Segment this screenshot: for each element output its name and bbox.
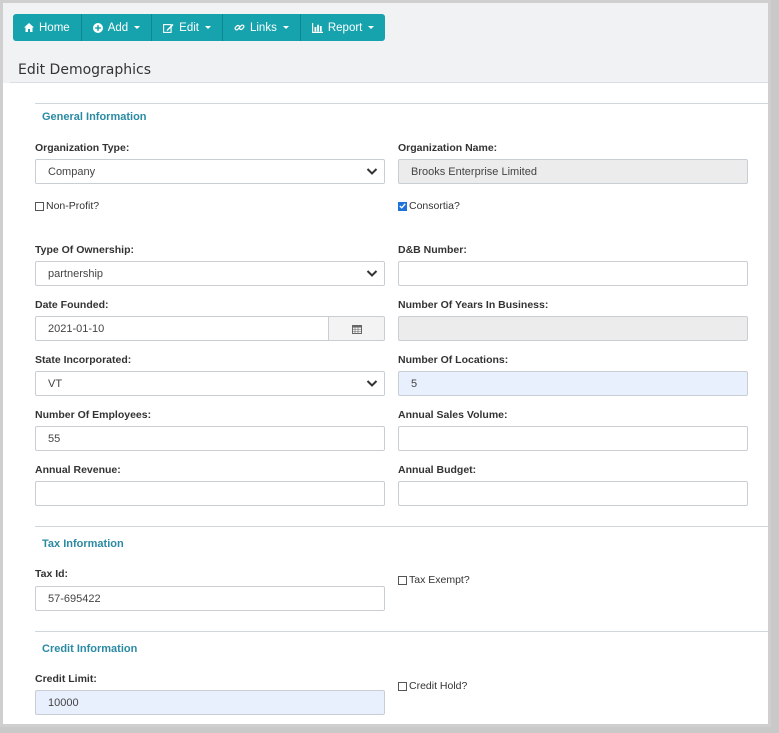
credit-info-heading: Credit Information — [42, 643, 138, 655]
org-name-label: Organization Name: — [398, 142, 498, 154]
chevron-down-icon — [366, 380, 378, 387]
edit-icon — [163, 23, 174, 33]
bar-chart-icon — [311, 22, 323, 33]
org-type-value: Company — [48, 165, 96, 178]
checkbox-box[interactable] — [398, 575, 407, 585]
page-title: Edit Demographics — [18, 62, 152, 78]
demographics-form: General Information Organization Type: C… — [10, 83, 768, 724]
chevron-down-icon — [366, 270, 378, 277]
non-profit-checkbox[interactable]: Non-Profit? — [35, 200, 99, 212]
consortia-label: Consortia? — [409, 200, 460, 212]
consortia-checkbox[interactable]: Consortia? — [398, 200, 460, 212]
calendar-button[interactable] — [329, 316, 385, 341]
locations-value: 5 — [411, 377, 418, 390]
divider — [35, 526, 768, 527]
sales-volume-input[interactable] — [398, 426, 748, 451]
checkmark-icon — [399, 203, 406, 209]
report-menu-button[interactable]: Report — [301, 14, 386, 41]
revenue-label: Annual Revenue: — [35, 464, 121, 476]
app-window: Home Add Edit Links Report Edit Demograp… — [0, 0, 771, 727]
caret-down-icon — [368, 26, 375, 29]
employees-label: Number Of Employees: — [35, 409, 152, 421]
locations-label: Number Of Locations: — [398, 354, 509, 366]
budget-label: Annual Budget: — [398, 464, 477, 476]
home-label: Home — [39, 21, 70, 34]
tax-exempt-label: Tax Exempt? — [409, 574, 470, 586]
state-label: State Incorporated: — [35, 354, 132, 366]
caret-down-icon — [204, 26, 211, 29]
edit-menu-button[interactable]: Edit — [152, 14, 223, 41]
budget-input[interactable] — [398, 481, 748, 506]
credit-limit-value: 10000 — [48, 696, 79, 709]
org-type-select[interactable]: Company — [35, 159, 385, 184]
calendar-icon — [351, 324, 362, 334]
tax-exempt-checkbox[interactable]: Tax Exempt? — [398, 574, 470, 586]
years-in-business-field[interactable] — [398, 316, 748, 341]
checkbox-box[interactable] — [35, 201, 44, 211]
org-type-label: Organization Type: — [35, 142, 130, 154]
home-icon — [24, 23, 34, 32]
org-name-field[interactable]: Brooks Enterprise Limited — [398, 159, 748, 184]
employees-input[interactable]: 55 — [35, 426, 385, 451]
org-name-value: Brooks Enterprise Limited — [411, 165, 537, 178]
sales-volume-label: Annual Sales Volume: — [398, 409, 508, 421]
main-toolbar: Home Add Edit Links Report — [13, 14, 386, 41]
chevron-down-icon — [366, 168, 378, 175]
employees-value: 55 — [48, 432, 61, 445]
tax-id-label: Tax Id: — [35, 568, 69, 580]
ownership-label: Type Of Ownership: — [35, 244, 134, 256]
tax-id-input[interactable]: 57-695422 — [35, 586, 385, 611]
checkbox-box-checked[interactable] — [398, 201, 407, 211]
non-profit-label: Non-Profit? — [46, 200, 100, 212]
locations-input[interactable]: 5 — [398, 371, 748, 396]
add-menu-button[interactable]: Add — [82, 14, 153, 41]
years-in-business-label: Number Of Years In Business: — [398, 299, 549, 311]
link-icon — [234, 24, 245, 31]
caret-down-icon — [134, 26, 141, 29]
ownership-select[interactable]: partnership — [35, 261, 385, 286]
links-label: Links — [249, 21, 277, 34]
dnb-label: D&B Number: — [398, 244, 467, 256]
state-select[interactable]: VT — [35, 371, 385, 396]
credit-limit-input[interactable]: 10000 — [35, 690, 385, 715]
dnb-input[interactable] — [398, 261, 748, 286]
report-label: Report — [327, 21, 363, 34]
revenue-input[interactable] — [35, 481, 385, 506]
links-menu-button[interactable]: Links — [223, 14, 301, 41]
date-founded-input[interactable]: 2021-01-10 — [35, 316, 329, 341]
date-founded-label: Date Founded: — [35, 299, 109, 311]
divider — [35, 103, 768, 104]
home-button[interactable]: Home — [13, 14, 82, 41]
date-founded-value: 2021-01-10 — [48, 322, 105, 335]
ownership-value: partnership — [48, 267, 104, 280]
plus-circle-icon — [92, 22, 103, 33]
general-info-heading: General Information — [42, 111, 147, 123]
checkbox-box[interactable] — [398, 681, 407, 691]
edit-label: Edit — [179, 21, 199, 34]
tax-id-value: 57-695422 — [48, 592, 101, 605]
credit-hold-label: Credit Hold? — [409, 680, 468, 692]
header-bar: Home Add Edit Links Report Edit Demograp… — [3, 3, 768, 83]
credit-hold-checkbox[interactable]: Credit Hold? — [398, 680, 467, 692]
caret-down-icon — [282, 26, 289, 29]
state-value: VT — [48, 377, 63, 390]
divider — [35, 631, 768, 632]
tax-info-heading: Tax Information — [42, 538, 124, 550]
credit-limit-label: Credit Limit: — [35, 673, 97, 685]
add-label: Add — [107, 21, 129, 34]
